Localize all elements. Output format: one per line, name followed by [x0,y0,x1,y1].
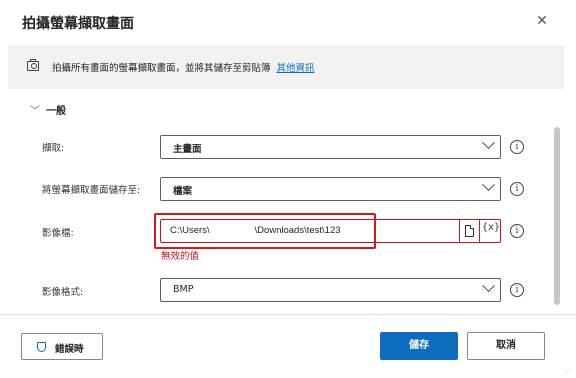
info-banner: 拍攝所有畫面的螢幕擷取畫面，並將其儲存至剪貼簿 其他資訊 [8,45,564,89]
image-format-help-icon[interactable]: i [510,283,524,297]
file-icon [465,225,474,237]
chevron-down-icon [482,279,495,293]
scrollbar[interactable] [554,127,560,305]
close-button[interactable]: ✕ [533,12,551,30]
highlight-box [154,213,376,249]
capture-value: 主畫面 [173,144,202,155]
save-to-help-icon[interactable]: i [510,182,524,196]
shield-icon [37,342,46,352]
info-description: 拍攝所有畫面的螢幕擷取畫面，並將其儲存至剪貼簿 [52,63,271,74]
select-file-button[interactable] [459,219,480,243]
dialog-title: 拍攝螢幕擷取畫面 [22,16,134,32]
on-error-button[interactable]: 錯誤時 [21,333,103,360]
section-title: 一般 [46,106,66,117]
chevron-down-icon: ﹀ [30,106,40,117]
chevron-down-icon [482,136,495,150]
chevron-down-icon [482,178,495,192]
image-format-label: 影像格式: [42,287,84,298]
validation-error: 無效的值 [161,251,200,262]
on-error-label: 錯誤時 [55,344,84,355]
insert-variable-button[interactable]: {x} [482,222,500,233]
info-text: 拍攝所有畫面的螢幕擷取畫面，並將其儲存至剪貼簿 其他資訊 [52,60,315,74]
image-format-dropdown[interactable]: BMP [160,278,501,302]
image-file-label: 影像檔: [42,228,74,239]
section-general[interactable]: ﹀ 一般 [30,102,66,117]
save-to-value: 檔案 [173,186,193,197]
save-to-dropdown[interactable]: 檔案 [160,177,501,201]
capture-help-icon[interactable]: i [510,140,524,154]
resize-grip-icon[interactable]: ⋰ [564,367,571,375]
image-file-help-icon[interactable]: i [510,224,524,238]
more-info-link[interactable]: 其他資訊 [277,63,315,74]
capture-label: 擷取: [42,143,65,154]
save-to-label: 將螢幕擷取畫面儲存至: [42,185,141,196]
camera-icon [27,59,39,71]
save-button[interactable]: 儲存 [380,332,458,360]
image-format-value: BMP [173,284,194,295]
capture-dropdown[interactable]: 主畫面 [160,135,501,159]
cancel-button[interactable]: 取消 [467,332,545,360]
